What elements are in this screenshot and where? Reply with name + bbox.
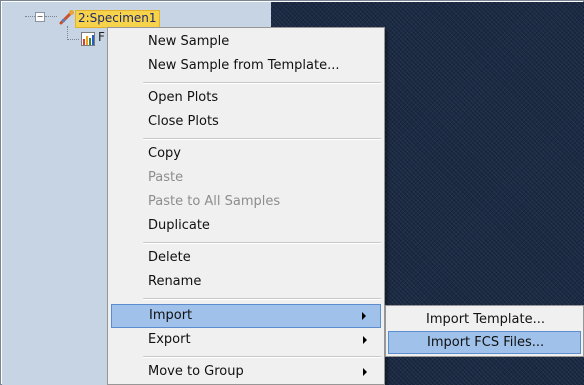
menu-item-new-sample[interactable]: New Sample xyxy=(111,30,381,54)
specimen-icon xyxy=(59,10,74,25)
menu-separator xyxy=(143,138,381,140)
menu-separator xyxy=(143,298,381,300)
menu-item-rename[interactable]: Rename xyxy=(111,270,381,294)
tree-connector xyxy=(45,16,57,17)
tree-connector xyxy=(25,16,35,17)
specimen-node[interactable]: 2:Specimen1 xyxy=(75,10,160,28)
menu-separator xyxy=(143,356,381,358)
collapse-toggle[interactable]: − xyxy=(35,12,45,22)
submenu-arrow-icon xyxy=(363,336,367,344)
menu-item-close-plots[interactable]: Close Plots xyxy=(111,110,381,134)
submenu-arrow-icon xyxy=(362,312,366,320)
menu-item-paste-to-all-samples[interactable]: Paste to All Samples xyxy=(111,190,381,214)
menu-item-delete[interactable]: Delete xyxy=(111,246,381,270)
plot-node-label[interactable]: F xyxy=(98,30,105,44)
tree-connector xyxy=(67,39,79,40)
menu-item-move-to-group[interactable]: Move to Group xyxy=(111,360,381,384)
menu-item-import[interactable]: Import xyxy=(111,304,381,328)
menu-item-new-sample-from-template[interactable]: New Sample from Template... xyxy=(111,54,381,78)
submenu-arrow-icon xyxy=(363,368,367,376)
menu-separator xyxy=(143,82,381,84)
tree-connector xyxy=(67,26,68,40)
submenu-item-import-template[interactable]: Import Template... xyxy=(388,308,581,331)
menu-item-open-plots[interactable]: Open Plots xyxy=(111,86,381,110)
plot-icon xyxy=(81,32,95,46)
menu-item-duplicate[interactable]: Duplicate xyxy=(111,214,381,238)
context-menu: New Sample New Sample from Template... O… xyxy=(107,27,385,385)
import-submenu: Import Template... Import FCS Files... xyxy=(385,305,584,357)
menu-item-export[interactable]: Export xyxy=(111,328,381,352)
menu-separator xyxy=(143,242,381,244)
menu-item-copy[interactable]: Copy xyxy=(111,142,381,166)
menu-item-paste[interactable]: Paste xyxy=(111,166,381,190)
submenu-item-import-fcs-files[interactable]: Import FCS Files... xyxy=(388,331,581,354)
